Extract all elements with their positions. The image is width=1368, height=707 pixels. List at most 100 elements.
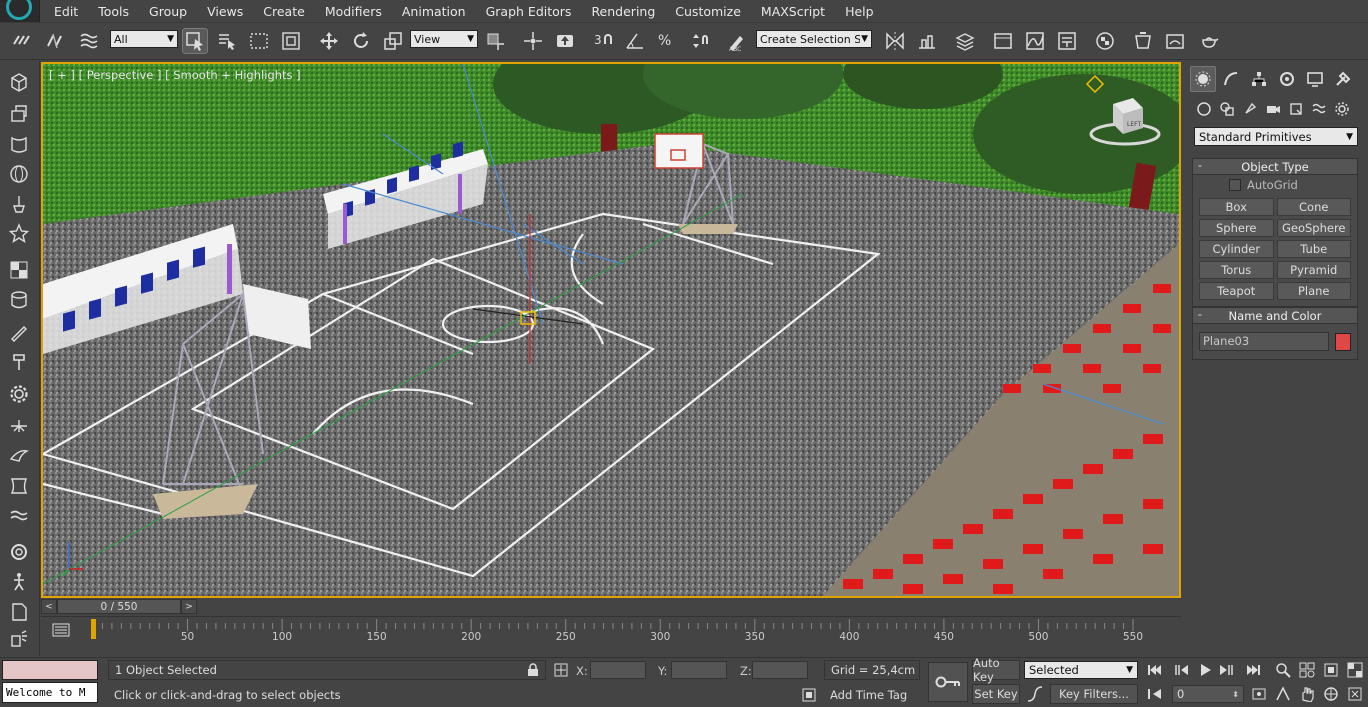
time-slider[interactable]: < 0 / 550 > bbox=[41, 599, 1181, 615]
use-pivot-point-center-icon[interactable] bbox=[482, 28, 508, 54]
current-frame-marker[interactable] bbox=[91, 619, 96, 639]
wave-tool-icon[interactable] bbox=[6, 503, 32, 529]
schematic-view-icon[interactable] bbox=[1054, 28, 1080, 54]
menu-modifiers[interactable]: Modifiers bbox=[315, 0, 392, 22]
keyboard-shortcut-override-icon[interactable] bbox=[552, 28, 578, 54]
maxscript-listener-input[interactable] bbox=[2, 660, 98, 680]
menu-views[interactable]: Views bbox=[197, 0, 253, 22]
current-frame-field[interactable]: 0 ⬍ bbox=[1172, 685, 1244, 703]
named-selection-sets-dropdown[interactable]: Create Selection Se ▼ bbox=[756, 30, 872, 48]
spinner-snap-toggle-icon[interactable] bbox=[686, 28, 712, 54]
angle-snap-toggle-icon[interactable] bbox=[622, 28, 648, 54]
unlink-selection-icon[interactable] bbox=[42, 28, 68, 54]
select-and-move-icon[interactable] bbox=[316, 28, 342, 54]
rendered-frame-window-icon[interactable] bbox=[1162, 28, 1188, 54]
brush-tool-icon[interactable] bbox=[6, 319, 32, 345]
modify-tab-icon[interactable] bbox=[1218, 66, 1244, 92]
ring-tool-icon[interactable] bbox=[6, 539, 32, 565]
time-configuration-icon[interactable] bbox=[1250, 685, 1268, 703]
systems-icon[interactable] bbox=[1332, 98, 1352, 120]
star-tool-icon[interactable] bbox=[6, 221, 32, 247]
space-warps-icon[interactable] bbox=[1309, 98, 1329, 120]
sphere-tool-icon[interactable] bbox=[6, 161, 32, 187]
lock-icon[interactable] bbox=[524, 661, 542, 679]
object-type-rollout-header[interactable]: - Object Type bbox=[1193, 159, 1357, 175]
checker-tool-icon[interactable] bbox=[6, 257, 32, 283]
plane-button[interactable]: Plane bbox=[1276, 282, 1351, 300]
chevron-right-icon[interactable]: > bbox=[181, 599, 197, 614]
edit-named-selection-icon[interactable]: ABC bbox=[724, 28, 750, 54]
pyramid-button[interactable]: Pyramid bbox=[1276, 261, 1351, 279]
x-coordinate-field[interactable] bbox=[590, 661, 646, 679]
helper-tool-icon[interactable] bbox=[6, 413, 32, 439]
render-production-teapot-icon[interactable] bbox=[1196, 28, 1222, 54]
gear-icon[interactable] bbox=[6, 381, 32, 407]
render-setup-icon[interactable] bbox=[1130, 28, 1156, 54]
select-and-manipulate-icon[interactable] bbox=[520, 28, 546, 54]
rectangular-selection-region-icon[interactable] bbox=[246, 28, 272, 54]
helpers-icon[interactable] bbox=[1286, 98, 1306, 120]
hierarchy-tab-icon[interactable] bbox=[1246, 66, 1272, 92]
curtain-tool-icon[interactable] bbox=[6, 473, 32, 499]
time-slider-thumb[interactable]: 0 / 550 bbox=[57, 599, 181, 614]
zoom-extents-all-icon[interactable] bbox=[1346, 661, 1364, 679]
layer-manager-icon[interactable] bbox=[952, 28, 978, 54]
viewport-label[interactable]: [ + ] [ Perspective ] [ Smooth + Highlig… bbox=[49, 68, 301, 82]
frame-ruler[interactable]: 50 100 150 200 250 300 350 400 450 500 550 bbox=[91, 617, 1181, 657]
key-mode-dropdown[interactable]: Selected ▼ bbox=[1024, 661, 1138, 679]
orbit-icon[interactable] bbox=[1322, 685, 1340, 703]
go-to-end-icon[interactable] bbox=[1244, 661, 1262, 679]
menu-tools[interactable]: Tools bbox=[88, 0, 139, 22]
menu-customize[interactable]: Customize bbox=[665, 0, 751, 22]
spray-tool-icon[interactable] bbox=[6, 625, 32, 651]
set-key-button[interactable]: Set Key bbox=[972, 684, 1020, 704]
display-tab-icon[interactable] bbox=[1302, 66, 1328, 92]
set-key-mode-button[interactable] bbox=[928, 662, 968, 702]
zoom-icon[interactable] bbox=[1274, 661, 1292, 679]
maximize-viewport-icon[interactable] bbox=[1346, 685, 1364, 703]
open-mini-curve-editor-icon[interactable] bbox=[51, 621, 71, 639]
name-and-color-rollout-header[interactable]: - Name and Color bbox=[1193, 308, 1357, 324]
curve-editor-icon[interactable] bbox=[1022, 28, 1048, 54]
percent-snap-toggle-icon[interactable]: % bbox=[654, 28, 680, 54]
y-coordinate-field[interactable] bbox=[671, 661, 727, 679]
default-in-out-tangents-icon[interactable] bbox=[1026, 685, 1044, 703]
field-of-view-icon[interactable] bbox=[1274, 685, 1292, 703]
select-by-name-icon[interactable] bbox=[214, 28, 240, 54]
box-button[interactable]: Box bbox=[1199, 198, 1274, 216]
z-coordinate-field[interactable] bbox=[752, 661, 808, 679]
auto-key-button[interactable]: Auto Key bbox=[972, 656, 1020, 684]
object-name-field[interactable]: Plane03 bbox=[1199, 332, 1329, 351]
menu-animation[interactable]: Animation bbox=[392, 0, 476, 22]
track-bar[interactable]: 50 100 150 200 250 300 350 400 450 500 550 bbox=[41, 616, 1181, 656]
page-tool-icon[interactable] bbox=[6, 599, 32, 625]
zoom-extents-icon[interactable] bbox=[1322, 661, 1340, 679]
cloth-tool-icon[interactable] bbox=[6, 131, 32, 157]
select-and-scale-icon[interactable] bbox=[380, 28, 406, 54]
menu-group[interactable]: Group bbox=[139, 0, 197, 22]
material-editor-icon[interactable] bbox=[1092, 28, 1118, 54]
app-logo-button[interactable] bbox=[0, 0, 40, 22]
cameras-icon[interactable] bbox=[1263, 98, 1283, 120]
sphere-button[interactable]: Sphere bbox=[1199, 219, 1274, 237]
wing-tool-icon[interactable] bbox=[6, 443, 32, 469]
primitive-category-dropdown[interactable]: Standard Primitives ▼ bbox=[1194, 127, 1358, 146]
cylinder-button[interactable]: Cylinder bbox=[1199, 240, 1274, 258]
lights-icon[interactable] bbox=[1240, 98, 1260, 120]
play-icon[interactable] bbox=[1196, 661, 1214, 679]
bind-to-space-warp-icon[interactable] bbox=[76, 28, 102, 54]
perspective-viewport[interactable]: LEFT [ + ] [ Perspective ] [ Smooth + Hi… bbox=[41, 62, 1181, 598]
select-and-link-icon[interactable] bbox=[8, 28, 34, 54]
selection-filter-dropdown[interactable]: All ▼ bbox=[110, 30, 178, 48]
torus-button[interactable]: Torus bbox=[1199, 261, 1274, 279]
go-to-start-icon[interactable] bbox=[1146, 661, 1164, 679]
biped-tool-icon[interactable] bbox=[6, 569, 32, 595]
hammer-tool-icon[interactable] bbox=[6, 349, 32, 375]
utilities-tab-icon[interactable] bbox=[1330, 66, 1356, 92]
box-tool-icon[interactable] bbox=[6, 69, 32, 95]
absolute-mode-icon[interactable] bbox=[552, 661, 570, 679]
tube-button[interactable]: Tube bbox=[1276, 240, 1351, 258]
mirror-icon[interactable] bbox=[882, 28, 908, 54]
menu-edit[interactable]: Edit bbox=[44, 0, 88, 22]
toggle-scene-explorer-icon[interactable] bbox=[990, 28, 1016, 54]
